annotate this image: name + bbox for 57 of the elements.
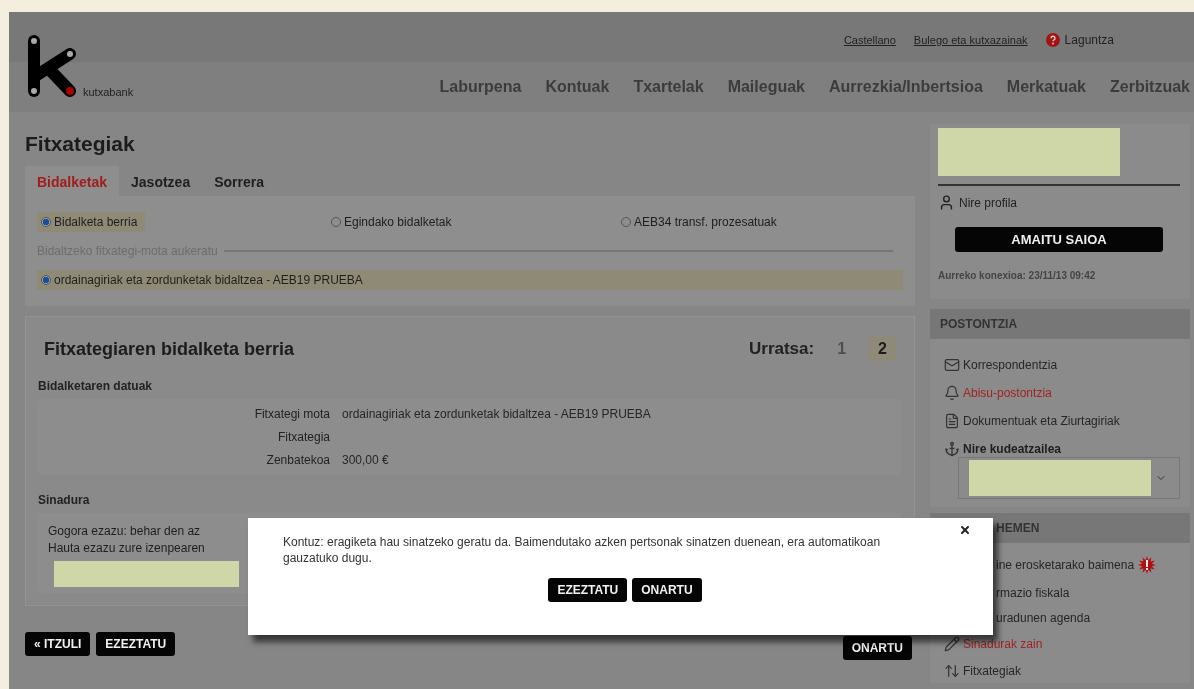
field-value: ordainagiriak eta zordunketak bidaltzea - AEB19 PRUEBA [342,407,652,421]
signature-text: Gogora ezazu: behar den az [48,523,201,540]
top-link[interactable]: Castellano [843,34,896,46]
nav-item[interactable]: Zerbitzuak [1110,78,1190,96]
wizard-title: Fitxategiaren bidalketa berria [44,338,295,360]
profile-link[interactable]: Nire profila [938,194,1180,211]
user-icon [938,194,955,211]
action-button[interactable]: « ITZULI [25,632,91,656]
step-number: 1 [836,339,848,359]
manager-label: Nire kudeatzailea [963,442,1062,456]
section-header: POSTONTZIA [930,309,1190,339]
field-label: Fitxategia [276,430,330,444]
nav-item[interactable]: Aurrezkia/Inbertsioa [829,78,983,96]
logout-button[interactable]: AMAITU SAIOA [955,227,1163,252]
tab[interactable]: Bidalketak [25,166,120,196]
bell-icon [944,385,960,401]
close-icon[interactable] [959,524,971,536]
nav-item[interactable]: Maileguak [727,78,805,96]
sidebar-link[interactable]: Fitxategiak [944,663,1180,679]
sidebar-link[interactable]: ine erosketarako baimena [944,555,1180,575]
section-heading: Sinadura [38,493,91,507]
step-label: Urratsa: [749,339,815,359]
field-value: 300,00 € [342,453,390,467]
signature-text: Hauta ezazu zure izenpearen [48,540,205,557]
step-number: 2 [869,337,896,361]
help-link[interactable]: Laguntza [1045,33,1114,47]
radio-option[interactable]: ordainagiriak eta zordunketak bidaltzea - AEB19 PRUEBA [37,270,903,290]
sort-arrows-icon [944,663,960,679]
nav-item[interactable]: Txartelak [633,78,704,96]
radio-option[interactable]: AEB34 transf. prozesatuak [617,212,785,232]
pen-icon [944,636,960,652]
sidebar-link[interactable]: Dokumentuak eta Ziurtagiriak [944,413,1180,429]
nav-item[interactable]: Kontuak [545,78,610,96]
page-title: Fitxategiak [25,132,136,156]
field-label: Zenbatekoa [265,453,330,467]
envelope-icon [944,357,960,373]
manager-dropdown[interactable] [958,457,1180,499]
nav-item[interactable]: Laburpena [439,78,522,96]
field-label: Fitxategi mota [253,407,330,421]
logo-text: kutxabank [83,86,134,98]
help-icon [1045,33,1060,47]
top-link[interactable]: Bulego eta kutxazainak [913,34,1028,46]
dialog-message: Kontuz: eragiketa hau sinatzeko geratu da. Baimendutako azken pertsonak sinatzen duenean, era automatikoan gauzatuko dugu. [283,534,882,566]
dialog-button[interactable]: EZEZTATU [548,578,628,602]
nav-item[interactable]: Merkatuak [1006,78,1086,96]
section-heading: Bidalketaren datuak [38,379,154,393]
action-button[interactable]: EZEZTATU [96,632,176,656]
tab[interactable]: Sorrera [202,166,276,196]
sidebar-link[interactable]: Korrespondentzia [944,357,1180,373]
document-icon [944,413,960,429]
tab[interactable]: Jasotzea [119,166,203,196]
anchor-icon [944,441,960,457]
dialog-button[interactable]: ONARTU [632,578,702,602]
action-button[interactable]: ONARTU [842,636,912,660]
last-login-text: Aurreko konexioa: 23/11/13 09:42 [938,270,1097,281]
radio-option[interactable]: Bidalketa berria [37,212,146,232]
radio-option[interactable]: Egindako bidalketak [327,212,460,232]
